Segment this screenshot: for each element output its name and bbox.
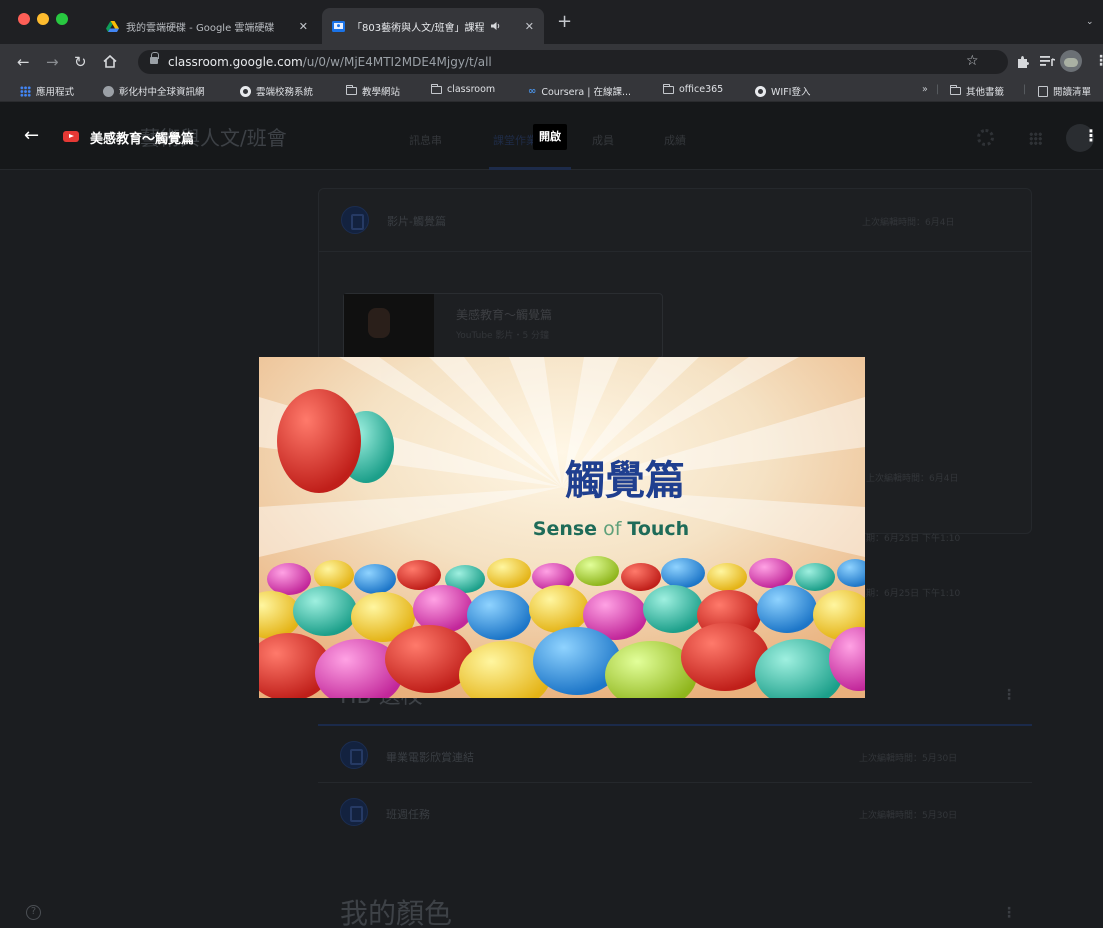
video-title-text: 觸覺篇 <box>565 458 685 504</box>
list-item-meta: 上次編輯時間：5月30日 <box>859 754 958 764</box>
topic-title[interactable]: 影片-觸覺篇 <box>387 213 446 229</box>
video-frame: 觸覺篇 Sense of Touch <box>259 357 865 698</box>
bookmark-apps[interactable]: 應用程式 <box>20 84 74 98</box>
folder-icon <box>950 85 961 95</box>
back-icon[interactable]: ← <box>17 52 30 72</box>
video-player[interactable]: 觸覺篇 Sense of Touch <box>259 357 865 698</box>
minimize-window-dot[interactable] <box>37 13 49 25</box>
google-classroom-icon <box>332 20 345 32</box>
audio-playing-icon[interactable] <box>491 21 501 31</box>
bookmark-classroom[interactable]: classroom <box>431 83 495 95</box>
browser-tab-drive[interactable]: 我的雲端硬碟 - Google 雲端硬碟 ✕ <box>96 8 318 44</box>
attachment-thumbnail <box>344 294 434 358</box>
browser-tab-classroom[interactable]: 「803藝術與人文/班會」課程 ✕ <box>322 8 544 44</box>
forward-icon[interactable]: → <box>46 52 59 72</box>
attachment-meta: YouTube 影片・5 分鐘 <box>456 331 550 341</box>
bookmark-office365[interactable]: office365 <box>663 83 723 95</box>
video-subtitle: Sense of Touch <box>533 518 689 540</box>
youtube-attachment[interactable]: 美感教育～觸覺篇 YouTube 影片・5 分鐘 <box>343 293 663 359</box>
viewer-title: 美感教育～觸覺篇 <box>90 132 195 147</box>
material-icon <box>340 741 368 769</box>
list-item[interactable]: 畢業電影欣賞連結 上次編輯時間：5月30日 <box>318 727 1032 783</box>
site-icon <box>103 85 114 97</box>
youtube-icon <box>63 131 79 142</box>
balloon <box>277 389 361 493</box>
section-more-icon[interactable]: ⋮ <box>1002 906 1016 920</box>
tab-title: 「803藝術與人文/班會」課程 <box>352 22 485 34</box>
bookmark-star-icon[interactable]: ☆ <box>966 53 979 69</box>
profile-avatar[interactable] <box>1060 50 1082 72</box>
address-bar[interactable]: classroom.google.com/u/0/w/MjE4MTI2MDE4M… <box>138 50 1008 74</box>
row-meta: 期：6月25日 下午1:10 <box>866 589 961 599</box>
row-meta: 期：6月25日 下午1:10 <box>866 534 961 544</box>
section-divider <box>318 724 1032 726</box>
viewer-toolbar: ← 美感教育～觸覺篇 開啟 ⋮ <box>0 102 1103 170</box>
topic-meta: 上次編輯時間：6月4日 <box>862 218 955 228</box>
home-icon[interactable] <box>103 55 117 68</box>
material-icon <box>340 798 368 826</box>
browser-toolbar: ← → ↻ classroom.google.com/u/0/w/MjE4MTI… <box>0 44 1103 80</box>
reading-list-button[interactable]: 閱讀清單 <box>1038 84 1091 98</box>
tab-title: 我的雲端硬碟 - Google 雲端硬碟 <box>126 22 275 34</box>
reload-icon[interactable]: ↻ <box>74 52 87 72</box>
section-more-icon[interactable]: ⋮ <box>1002 688 1016 702</box>
bookmarks-divider: | <box>1023 84 1027 95</box>
close-window-dot[interactable] <box>18 13 30 25</box>
close-viewer-back-icon[interactable]: ← <box>24 126 39 146</box>
list-item-title[interactable]: 畢業電影欣賞連結 <box>386 749 474 765</box>
divider <box>319 251 1031 252</box>
globe-icon <box>755 85 766 97</box>
viewer-more-icon[interactable]: ⋮ <box>1082 126 1100 148</box>
folder-icon <box>346 85 357 95</box>
maximize-window-dot[interactable] <box>56 13 68 25</box>
apps-grid-icon <box>20 85 31 97</box>
bookmarks-bar: 應用程式 彰化村中全球資訊網 雲端校務系統 教學網站 classroom ∞ C… <box>0 80 1103 102</box>
bookmark-coursera[interactable]: ∞ Coursera | 在線課... <box>528 84 631 99</box>
list-item-title[interactable]: 班週任務 <box>386 806 430 822</box>
bookmarks-overflow-button[interactable]: » <box>922 84 928 95</box>
lock-icon[interactable] <box>150 52 159 66</box>
bookmark-wifi-login[interactable]: WIFI登入 <box>755 84 810 98</box>
bookmark-school-site[interactable]: 彰化村中全球資訊網 <box>103 84 205 98</box>
attachment-title[interactable]: 美感教育～觸覺篇 <box>456 306 552 323</box>
address-url[interactable]: classroom.google.com/u/0/w/MjE4MTI2MDE4M… <box>168 55 492 69</box>
section-heading: 我的顏色 <box>340 897 453 928</box>
browser-tab-strip: 我的雲端硬碟 - Google 雲端硬碟 ✕ 「803藝術與人文/班會」課程 ✕… <box>0 0 1103 44</box>
bookmark-teaching-sites[interactable]: 教學網站 <box>346 84 400 98</box>
new-tab-button[interactable]: + <box>557 13 572 31</box>
open-button[interactable]: 開啟 <box>533 124 567 150</box>
list-item[interactable]: 班週任務 上次編輯時間：5月30日 <box>318 784 1032 840</box>
coursera-icon: ∞ <box>528 85 537 97</box>
media-queue-icon[interactable] <box>1040 56 1055 67</box>
close-tab-icon[interactable]: ✕ <box>525 20 534 33</box>
help-icon[interactable]: ? <box>26 905 41 920</box>
reading-list-icon <box>1038 85 1048 97</box>
browser-menu-icon[interactable]: ⋮ <box>1094 53 1103 69</box>
row-meta: 上次編輯時間：6月4日 <box>866 474 959 484</box>
material-icon <box>341 206 369 234</box>
folder-icon <box>663 83 674 94</box>
tab-search-chevron-icon[interactable]: ⌄ <box>1086 17 1094 27</box>
bookmarks-divider: | <box>936 84 940 95</box>
bookmark-cloud-admin[interactable]: 雲端校務系統 <box>240 84 313 98</box>
other-bookmarks-button[interactable]: 其他書籤 <box>950 84 1004 98</box>
list-item-meta: 上次編輯時間：5月30日 <box>859 811 958 821</box>
extensions-puzzle-icon[interactable] <box>1016 55 1029 69</box>
folder-icon <box>431 83 442 94</box>
google-drive-icon <box>106 20 119 32</box>
close-tab-icon[interactable]: ✕ <box>299 20 308 33</box>
globe-icon <box>240 85 251 97</box>
